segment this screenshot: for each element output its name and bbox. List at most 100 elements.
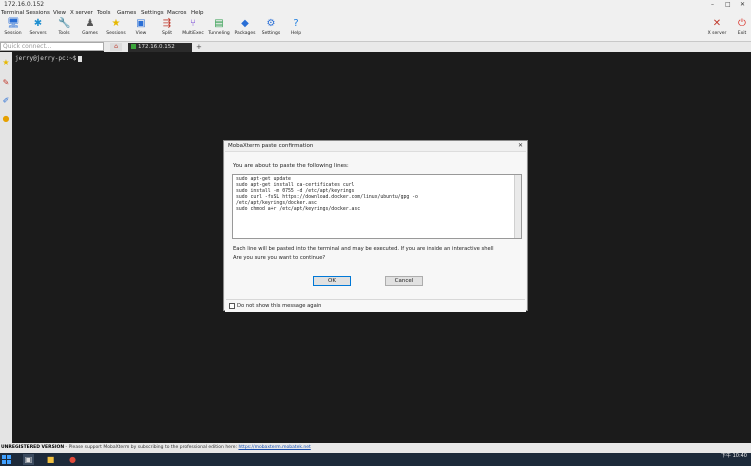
tab-session-label: 172.16.0.152 <box>138 44 175 50</box>
toolbar-tunneling-button[interactable]: ▤ Tunneling <box>206 17 232 41</box>
dialog-message: You are about to paste the following lin… <box>233 163 349 169</box>
textbox-scrollbar[interactable] <box>514 175 521 238</box>
toolbar: 🖥 Session ✱ Servers 🔧 Tools ♟ Games ★ Sessions ▣ Vi… <box>0 17 751 42</box>
tab-strip: ⌂ 172.16.0.152 + <box>104 42 751 52</box>
xserver-icon: ✕ <box>712 18 722 29</box>
dialog-close-icon[interactable]: ✕ <box>518 142 523 149</box>
toolbar-label: Packages <box>234 31 256 36</box>
toolbar-label: X server <box>707 31 727 36</box>
windows-start-icon[interactable] <box>2 455 11 464</box>
toolbar-label: Session <box>4 31 22 36</box>
window-title: 172.16.0.152 <box>4 1 45 8</box>
macros-icon[interactable]: ✐ <box>1 96 11 106</box>
toolbar-label: Help <box>290 31 302 36</box>
toolbar-split-button[interactable]: ⇶ Split <box>154 17 180 41</box>
toolbar-help-button[interactable]: ? Help <box>283 17 309 41</box>
settings-icon: ⚙ <box>266 18 276 29</box>
toolbar-games-button[interactable]: ♟ Games <box>77 17 103 41</box>
unregistered-label: UNREGISTERED VERSION <box>1 445 65 450</box>
toolbar-label: Sessions <box>106 31 126 36</box>
toolbar-label: MultiExec <box>182 31 204 36</box>
toolbar-servers-button[interactable]: ✱ Servers <box>25 17 51 41</box>
chrome-icon[interactable]: ● <box>67 454 78 465</box>
menu-games[interactable]: Games <box>117 10 136 16</box>
home-icon: ⌂ <box>114 43 118 50</box>
tools-sidebar-icon[interactable]: ✎ <box>1 78 11 88</box>
view-icon: ▣ <box>136 18 146 29</box>
quick-connect-input[interactable]: Quick connect... <box>0 42 104 51</box>
tunneling-icon: ▤ <box>214 18 224 29</box>
session-status-icon <box>131 44 136 49</box>
toolbar-sessions-button[interactable]: ★ Sessions <box>103 17 129 41</box>
dialog-title: MobaXterm paste confirmation <box>228 143 314 149</box>
paste-line: sudo apt-get install ca-certificates cur… <box>236 183 355 188</box>
toolbar-label: Servers <box>29 31 47 36</box>
menu-terminal[interactable]: Terminal <box>1 10 24 16</box>
servers-icon: ✱ <box>33 18 43 29</box>
tray-time: 10:40 <box>732 453 747 459</box>
menu-help[interactable]: Help <box>191 10 204 16</box>
do-not-show-label: Do not show this message again <box>237 303 322 309</box>
packages-icon: ◆ <box>241 18 249 29</box>
paste-line: sudo curl -fsSL https://download.docker.… <box>236 195 418 200</box>
paste-line: sudo chmod a+r /etc/apt/keyrings/docker.… <box>236 207 361 212</box>
file-explorer-icon[interactable]: ■ <box>45 454 56 465</box>
toolbar-packages-button[interactable]: ◆ Packages <box>232 17 258 41</box>
minimize-button[interactable]: – <box>711 1 714 8</box>
toolbar-view-button[interactable]: ▣ View <box>128 17 154 41</box>
terminal-cursor <box>78 55 83 62</box>
toolbar-settings-button[interactable]: ⚙ Settings <box>258 17 284 41</box>
menu-tools[interactable]: Tools <box>97 10 111 16</box>
pro-edition-link[interactable]: https://mobaxterm.mobatek.net <box>238 445 310 450</box>
toolbar-label: Exit <box>737 31 747 36</box>
system-tray[interactable]: 下午 10:40 <box>721 454 747 459</box>
menu-settings[interactable]: Settings <box>141 10 164 16</box>
do-not-show-checkbox[interactable] <box>229 303 235 309</box>
menu-bar: Terminal Sessions View X server Tools Ga… <box>0 9 751 17</box>
menu-macros[interactable]: Macros <box>167 10 187 16</box>
star-icon[interactable]: ★ <box>1 58 11 68</box>
mobaxterm-taskbar-icon[interactable]: ▣ <box>23 454 34 465</box>
split-icon: ⇶ <box>162 18 172 29</box>
paste-lines-textbox[interactable]: sudo apt-get update sudo apt-get install… <box>232 174 522 239</box>
home-tab[interactable]: ⌂ <box>110 43 122 51</box>
paste-confirmation-dialog: MobaXterm paste confirmation ✕ You are a… <box>223 140 528 312</box>
close-window-button[interactable]: ✕ <box>740 1 745 8</box>
sessions-icon: ★ <box>111 18 121 29</box>
paste-line: sudo apt-get update <box>236 177 291 182</box>
windows-taskbar: ▣ ■ ● 下午 10:40 <box>0 453 751 466</box>
menu-view[interactable]: View <box>53 10 66 16</box>
paste-warning: Each line will be pasted into the termin… <box>233 246 494 252</box>
tab-session[interactable]: 172.16.0.152 <box>128 43 192 52</box>
toolbar-label: Split <box>162 31 172 36</box>
menu-x-server[interactable]: X server <box>70 10 93 16</box>
dialog-body: You are about to paste the following lin… <box>225 151 526 312</box>
continue-question: Are you sure you want to continue? <box>233 255 326 261</box>
paste-line: sudo install -m 0755 -d /etc/apt/keyring… <box>236 189 355 194</box>
help-icon: ? <box>293 18 299 29</box>
paste-line: /etc/apt/keyrings/docker.asc <box>236 201 317 206</box>
toolbar-label: Tools <box>58 31 70 36</box>
toolbar-label: View <box>135 31 147 36</box>
prompt-text: jerry@jerry-pc:~$ <box>15 55 77 62</box>
cancel-button[interactable]: Cancel <box>385 276 423 286</box>
multiexec-icon: ⑂ <box>190 18 196 29</box>
left-sidebar: ★ ✎ ✐ ● <box>0 52 12 443</box>
tools-icon: 🔧 <box>58 18 71 29</box>
new-tab-icon[interactable]: + <box>196 43 206 51</box>
maximize-button[interactable]: □ <box>725 1 731 8</box>
toolbar-tools-button[interactable]: 🔧 Tools <box>51 17 77 41</box>
support-text: - Please support MobaXterm by subscribin… <box>65 445 237 450</box>
sftp-icon[interactable]: ● <box>1 114 11 124</box>
status-bar: UNREGISTERED VERSION - Please support Mo… <box>0 443 751 453</box>
toolbar-session-button[interactable]: 🖥 Session <box>0 17 26 41</box>
toolbar-label: Games <box>82 31 98 36</box>
ok-button[interactable]: OK <box>313 276 351 286</box>
menu-sessions[interactable]: Sessions <box>26 10 50 16</box>
games-icon: ♟ <box>85 18 95 29</box>
toolbar-x-server-button[interactable]: ✕ X server <box>704 17 730 41</box>
exit-icon: ⏻ <box>738 18 746 29</box>
toolbar-exit-button[interactable]: ⏻ Exit <box>729 17 751 41</box>
toolbar-multiexec-button[interactable]: ⑂ MultiExec <box>180 17 206 41</box>
tray-ampm: 下午 <box>720 453 731 459</box>
